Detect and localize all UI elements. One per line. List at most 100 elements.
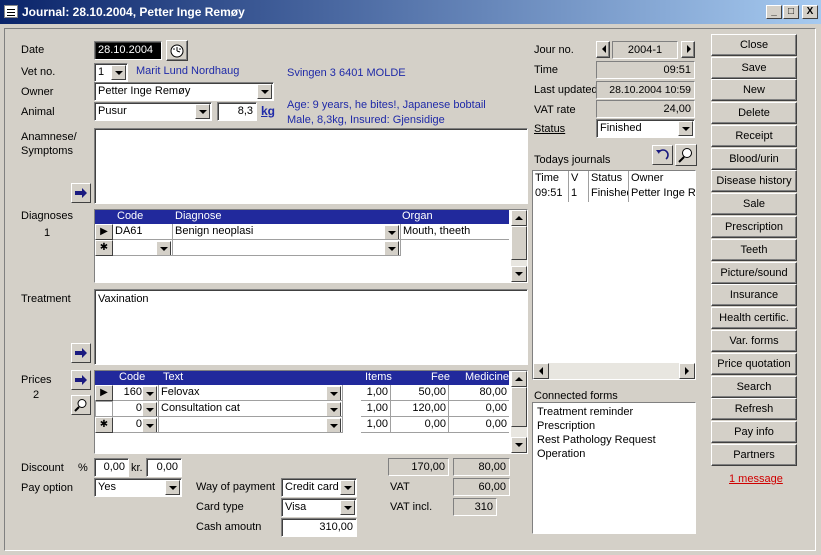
price-quotation-button[interactable]: Price quotation bbox=[711, 353, 797, 375]
refresh-button[interactable]: Refresh bbox=[711, 398, 797, 420]
scroll-thumb[interactable] bbox=[511, 226, 527, 260]
price-text-cell[interactable] bbox=[159, 417, 343, 433]
chevron-down-icon[interactable] bbox=[142, 402, 157, 416]
var-forms-button[interactable]: Var. forms bbox=[711, 330, 797, 352]
delete-button[interactable]: Delete bbox=[711, 102, 797, 124]
minimize-button[interactable]: _ bbox=[766, 5, 782, 19]
blood-urin-button[interactable]: Blood/urin bbox=[711, 148, 797, 170]
receipt-button[interactable]: Receipt bbox=[711, 125, 797, 147]
prices-scrollbar[interactable] bbox=[511, 371, 527, 453]
connected-form-item[interactable]: Operation bbox=[537, 447, 691, 461]
journal-status-cell[interactable]: Finished bbox=[589, 186, 629, 202]
chevron-down-icon[interactable] bbox=[257, 84, 272, 99]
journal-owner-cell[interactable]: Petter Inge Remøy bbox=[629, 186, 695, 202]
scroll-up-icon[interactable] bbox=[511, 210, 527, 226]
close-window-button[interactable]: X bbox=[802, 5, 818, 19]
clock-button[interactable] bbox=[166, 40, 188, 61]
chevron-down-icon[interactable] bbox=[384, 241, 399, 255]
price-fee-cell[interactable]: 120,00 bbox=[391, 401, 449, 417]
insert-anamnese-button[interactable] bbox=[71, 183, 91, 203]
price-medicine-cell[interactable]: 0,00 bbox=[449, 401, 509, 417]
chevron-down-icon[interactable] bbox=[326, 402, 341, 416]
price-code-cell[interactable]: 160 bbox=[113, 385, 159, 401]
message-link[interactable]: 1 message bbox=[729, 473, 783, 485]
price-items-cell[interactable]: 1,00 bbox=[361, 385, 391, 401]
search-price-button[interactable] bbox=[71, 395, 91, 415]
price-items-cell[interactable]: 1,00 bbox=[361, 401, 391, 417]
scroll-down-icon[interactable] bbox=[511, 266, 527, 282]
teeth-button[interactable]: Teeth bbox=[711, 239, 797, 261]
undo-button[interactable] bbox=[652, 145, 673, 165]
insert-treatment-button[interactable] bbox=[71, 343, 91, 363]
connected-form-item[interactable]: Treatment reminder bbox=[537, 405, 691, 419]
search-button[interactable]: Search bbox=[711, 376, 797, 398]
new-diagnose-text-cell[interactable] bbox=[173, 240, 401, 256]
health-certificate-button[interactable]: Health certific. bbox=[711, 307, 797, 329]
new-button[interactable]: New bbox=[711, 79, 797, 101]
row-selector-new[interactable]: ✱ bbox=[95, 240, 113, 256]
scroll-up-icon[interactable] bbox=[511, 371, 527, 387]
connected-form-item[interactable]: Prescription bbox=[537, 419, 691, 433]
chevron-down-icon[interactable] bbox=[195, 104, 210, 119]
scroll-right-icon[interactable] bbox=[679, 363, 695, 379]
price-text-cell[interactable]: Felovax bbox=[159, 385, 343, 401]
new-diagnose-code-cell[interactable] bbox=[113, 240, 173, 256]
price-medicine-cell[interactable]: 80,00 bbox=[449, 385, 509, 401]
scroll-left-icon[interactable] bbox=[533, 363, 549, 379]
price-row-selector-current[interactable]: ▶ bbox=[95, 385, 113, 401]
discount-percent-field[interactable]: 0,00 bbox=[94, 458, 129, 477]
animal-select[interactable]: Pusur bbox=[94, 102, 212, 121]
connected-form-item[interactable]: Rest Pathology Request bbox=[537, 433, 691, 447]
diagnoses-scrollbar[interactable] bbox=[511, 210, 527, 282]
price-medicine-cell[interactable]: 0,00 bbox=[449, 417, 509, 433]
chevron-down-icon[interactable] bbox=[165, 480, 180, 495]
partners-button[interactable]: Partners bbox=[711, 444, 797, 466]
chevron-down-icon[interactable] bbox=[340, 480, 355, 495]
chevron-down-icon[interactable] bbox=[142, 386, 157, 400]
disease-history-button[interactable]: Disease history bbox=[711, 170, 797, 192]
anamnese-textarea[interactable] bbox=[94, 128, 528, 204]
weight-field[interactable]: 8,3 bbox=[217, 102, 257, 121]
chevron-down-icon[interactable] bbox=[326, 418, 341, 432]
journal-v-cell[interactable]: 1 bbox=[569, 186, 589, 202]
chevron-down-icon[interactable] bbox=[326, 386, 341, 400]
price-text-cell[interactable]: Consultation cat bbox=[159, 401, 343, 417]
diagnose-code-cell[interactable]: DA61 bbox=[113, 224, 173, 240]
price-code-cell[interactable]: 0 bbox=[113, 417, 159, 433]
window-titlebar[interactable]: Journal: 28.10.2004, Petter Inge Remøy _… bbox=[0, 0, 821, 24]
status-select[interactable]: Finished bbox=[596, 119, 695, 138]
vet-no-select[interactable]: 1 bbox=[94, 63, 128, 82]
weight-unit-link[interactable]: kg bbox=[261, 104, 275, 118]
discount-kr-field[interactable]: 0,00 bbox=[146, 458, 182, 477]
pay-option-select[interactable]: Yes bbox=[94, 478, 182, 497]
search-journals-button[interactable] bbox=[675, 144, 697, 166]
diagnose-text-cell[interactable]: Benign neoplasi bbox=[173, 224, 401, 240]
close-button[interactable]: Close bbox=[711, 34, 797, 56]
insurance-button[interactable]: Insurance bbox=[711, 284, 797, 306]
price-row-selector[interactable] bbox=[95, 401, 113, 417]
next-journal-button[interactable] bbox=[681, 41, 695, 58]
price-row-selector-new[interactable]: ✱ bbox=[95, 417, 113, 433]
chevron-down-icon[interactable] bbox=[111, 65, 126, 80]
price-fee-cell[interactable]: 50,00 bbox=[391, 385, 449, 401]
chevron-down-icon[interactable] bbox=[384, 225, 399, 239]
diagnose-organ-cell[interactable]: Mouth, theeth bbox=[401, 224, 509, 240]
card-type-select[interactable]: Visa bbox=[281, 498, 357, 517]
save-button[interactable]: Save bbox=[711, 57, 797, 79]
journal-time-cell[interactable]: 09:51 bbox=[533, 186, 569, 202]
prev-journal-button[interactable] bbox=[596, 41, 610, 58]
price-fee-cell[interactable]: 0,00 bbox=[391, 417, 449, 433]
price-code-cell[interactable]: 0 bbox=[113, 401, 159, 417]
prescription-button[interactable]: Prescription bbox=[711, 216, 797, 238]
maximize-button[interactable]: □ bbox=[783, 5, 799, 19]
chevron-down-icon[interactable] bbox=[678, 121, 693, 136]
chevron-down-icon[interactable] bbox=[340, 500, 355, 515]
way-of-payment-select[interactable]: Credit card bbox=[281, 478, 357, 497]
row-selector-current[interactable]: ▶ bbox=[95, 224, 113, 240]
chevron-down-icon[interactable] bbox=[142, 418, 157, 432]
insert-price-button[interactable] bbox=[71, 370, 91, 390]
sale-button[interactable]: Sale bbox=[711, 193, 797, 215]
pay-info-button[interactable]: Pay info bbox=[711, 421, 797, 443]
scroll-down-icon[interactable] bbox=[511, 437, 527, 453]
scroll-thumb[interactable] bbox=[511, 387, 527, 427]
